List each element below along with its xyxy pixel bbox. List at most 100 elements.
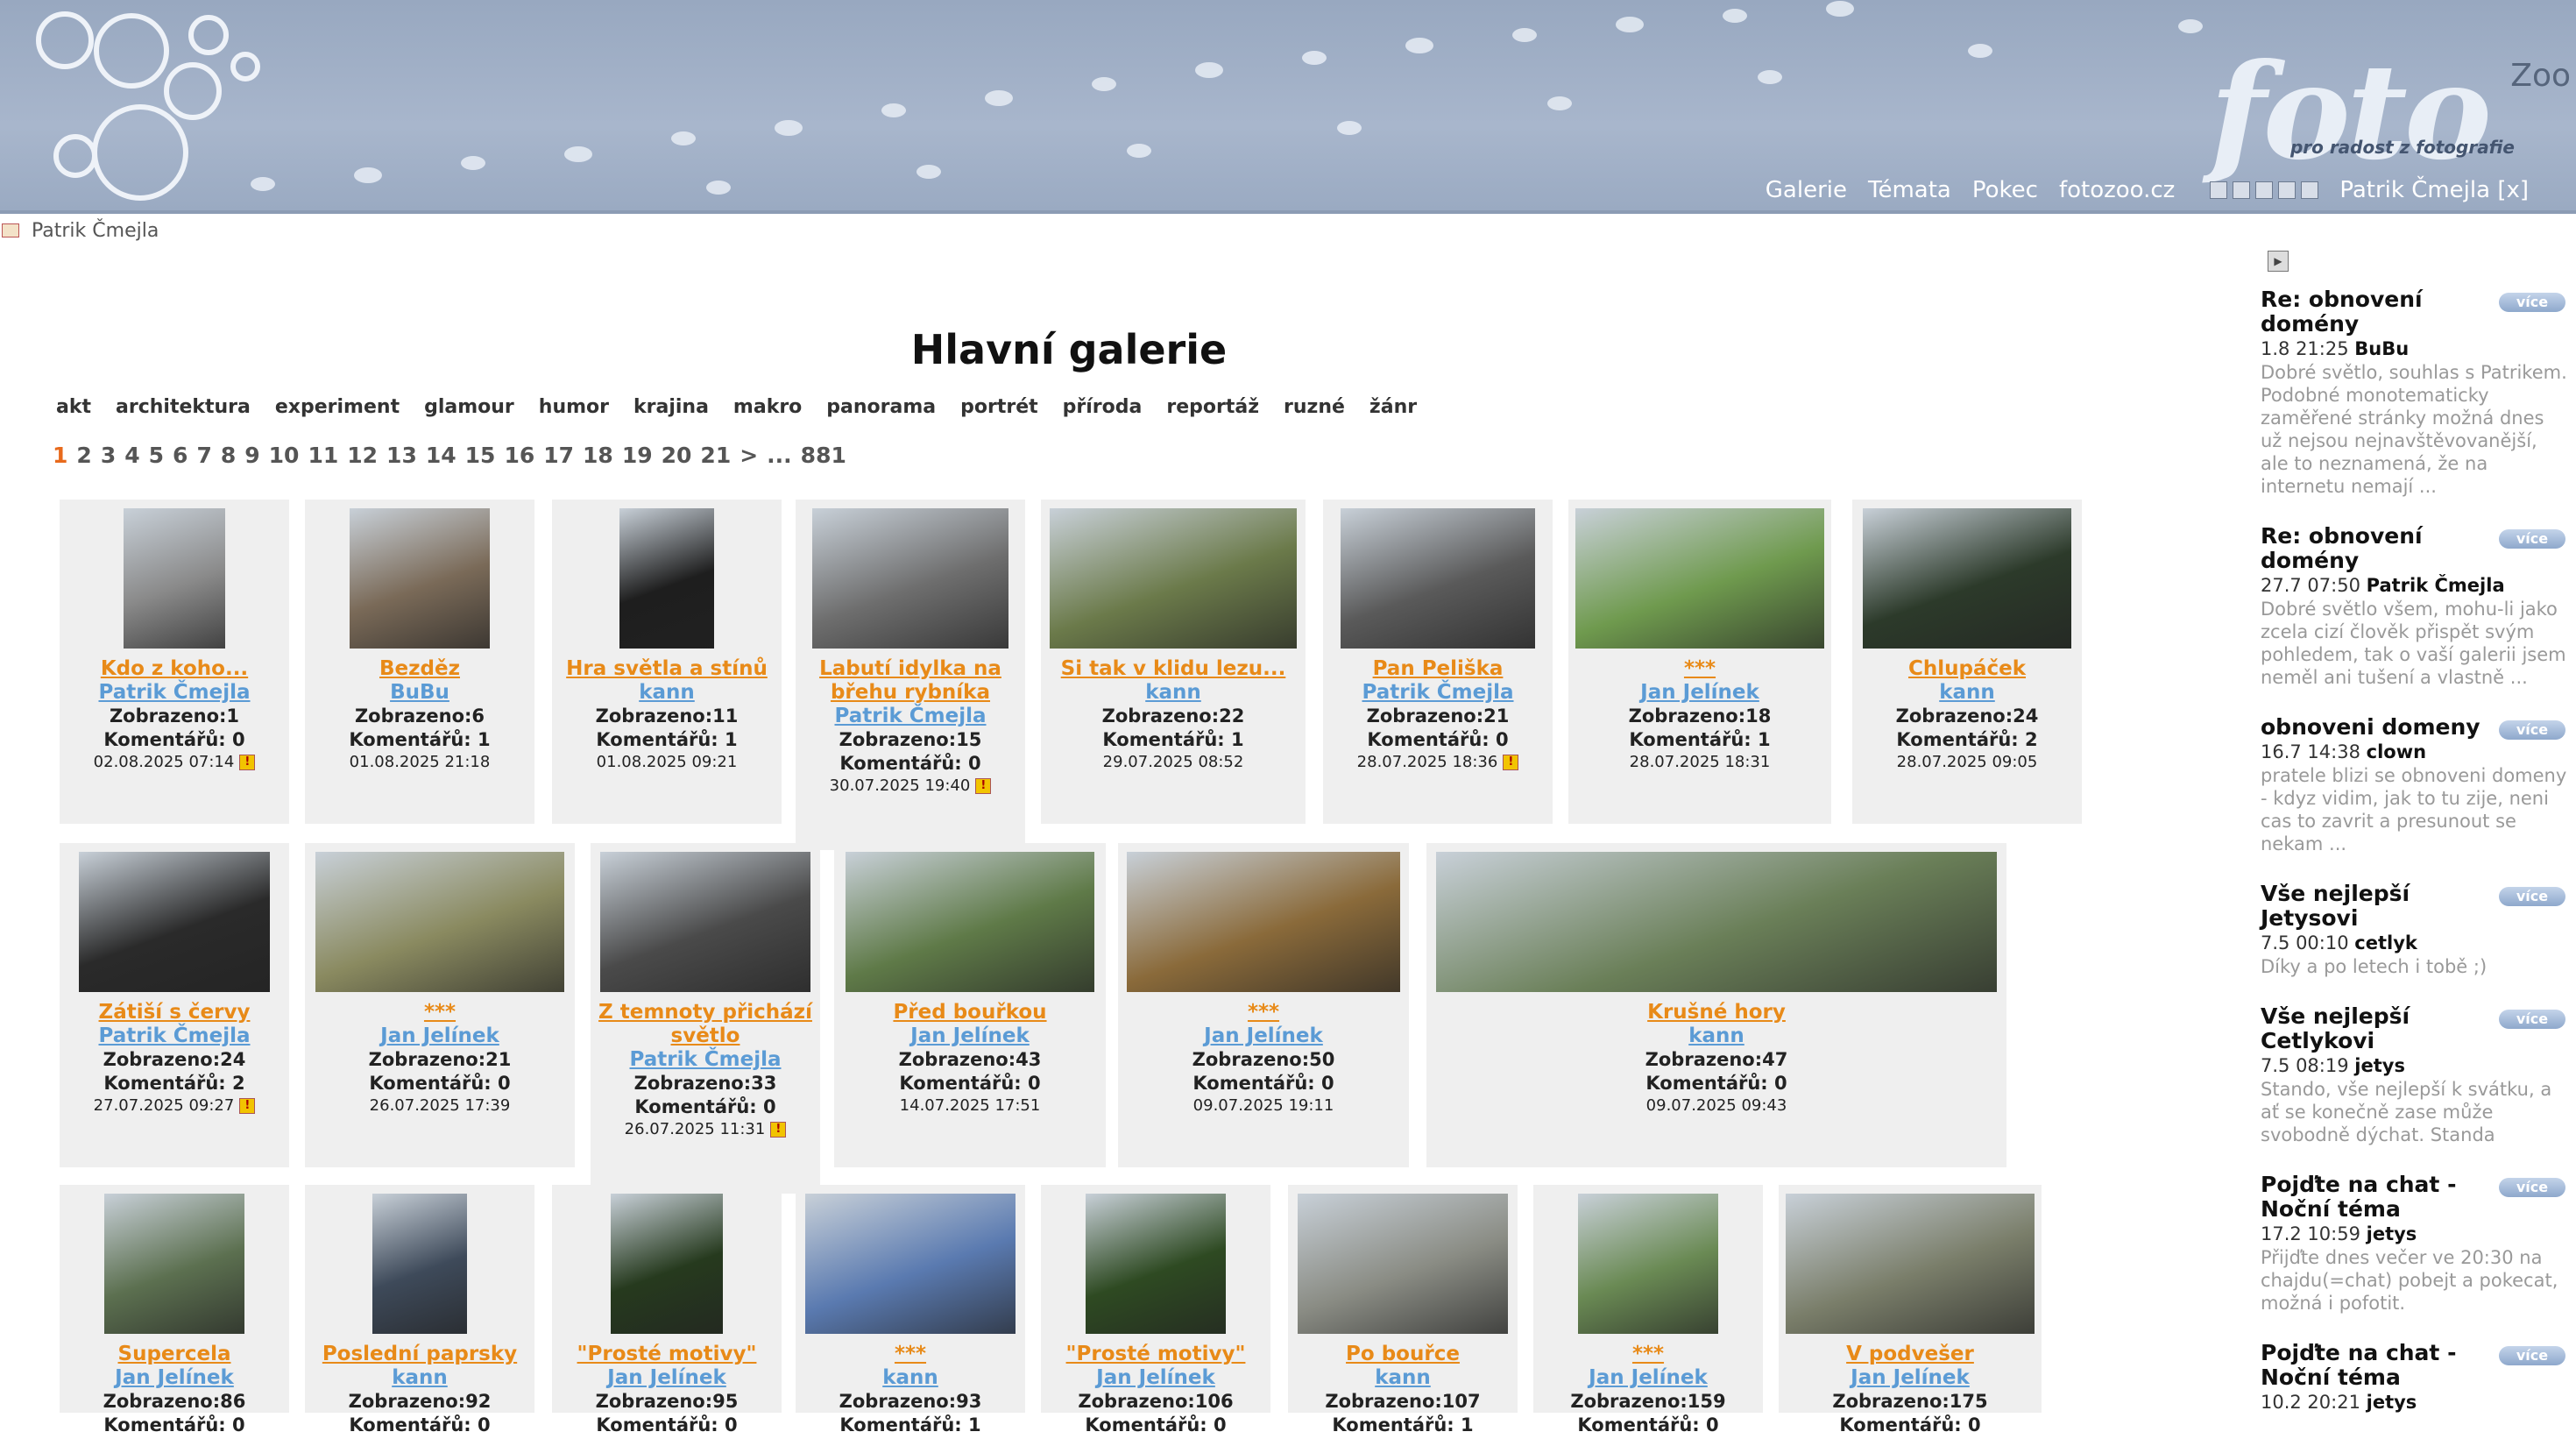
page-link[interactable]: 881 xyxy=(801,443,846,468)
site-logo[interactable]: foto xyxy=(2210,35,2492,189)
photo-author[interactable]: Patrik Čmejla xyxy=(591,1048,820,1072)
page-link[interactable]: 10 xyxy=(269,443,300,468)
photo-title[interactable]: *** xyxy=(1118,1001,1409,1024)
photo-title[interactable]: Si tak v klidu lezu... xyxy=(1041,657,1306,681)
page-link[interactable]: 13 xyxy=(386,443,417,468)
photo-author[interactable]: kann xyxy=(552,681,782,705)
post-title[interactable]: Vše nejlepší Cetlykovi xyxy=(2261,1004,2488,1053)
photo-thumbnail[interactable] xyxy=(1298,1194,1508,1334)
chat-icon[interactable] xyxy=(2301,181,2319,199)
page-link[interactable]: 7 xyxy=(196,443,211,468)
tool-icon-2[interactable] xyxy=(2233,181,2251,199)
category-link[interactable]: žánr xyxy=(1369,396,1417,418)
photo-thumbnail[interactable] xyxy=(619,508,714,649)
photo-author[interactable]: Jan Jelínek xyxy=(1779,1366,2042,1390)
warning-icon[interactable]: ! xyxy=(770,1122,787,1138)
category-link[interactable]: reportáž xyxy=(1166,396,1259,418)
photo-thumbnail[interactable] xyxy=(1341,508,1535,649)
more-button[interactable]: více xyxy=(2499,1178,2565,1197)
post-user[interactable]: Patrik Čmejla xyxy=(2367,575,2505,596)
photo-thumbnail[interactable] xyxy=(1786,1194,2035,1334)
page-link[interactable]: 18 xyxy=(583,443,613,468)
photo-author[interactable]: kann xyxy=(1852,681,2082,705)
photo-author[interactable]: kann xyxy=(796,1366,1025,1390)
photo-thumbnail[interactable] xyxy=(805,1194,1016,1334)
page-link[interactable]: 6 xyxy=(173,443,188,468)
category-link[interactable]: příroda xyxy=(1063,396,1143,418)
photo-title[interactable]: Krušné hory xyxy=(1426,1001,2006,1024)
photo-title[interactable]: Hra světla a stínů xyxy=(552,657,782,681)
photo-author[interactable]: Jan Jelínek xyxy=(834,1024,1106,1048)
photo-author[interactable]: Jan Jelínek xyxy=(60,1366,289,1390)
photo-title[interactable]: Před bouřkou xyxy=(834,1001,1106,1024)
photo-title[interactable]: Z temnoty přichází světlo xyxy=(591,1001,820,1048)
photo-title[interactable]: *** xyxy=(305,1001,575,1024)
photo-thumbnail[interactable] xyxy=(611,1194,723,1334)
nav-pokec[interactable]: Pokec xyxy=(1972,177,2038,203)
warning-icon[interactable]: ! xyxy=(239,755,256,770)
photo-author[interactable]: Jan Jelínek xyxy=(1041,1366,1270,1390)
page-link[interactable]: 14 xyxy=(426,443,456,468)
photo-title[interactable]: Po bouřce xyxy=(1288,1343,1518,1366)
page-link[interactable]: 16 xyxy=(504,443,534,468)
page-link[interactable]: 19 xyxy=(622,443,653,468)
photo-thumbnail[interactable] xyxy=(79,852,270,992)
photo-thumbnail[interactable] xyxy=(124,508,225,649)
photo-title[interactable]: *** xyxy=(1533,1343,1763,1366)
page-link[interactable]: 12 xyxy=(347,443,378,468)
photo-author[interactable]: Patrik Čmejla xyxy=(1323,681,1553,705)
tool-icon-1[interactable] xyxy=(2210,181,2228,199)
photo-title[interactable]: Poslední paprsky xyxy=(305,1343,534,1366)
photo-title[interactable]: Chlupáček xyxy=(1852,657,2082,681)
photo-title[interactable]: "Prosté motivy" xyxy=(1041,1343,1270,1366)
category-link[interactable]: portrét xyxy=(960,396,1038,418)
photo-author[interactable]: kann xyxy=(305,1366,534,1390)
post-title[interactable]: Vše nejlepší Jetysovi xyxy=(2261,882,2488,931)
post-user[interactable]: jetys xyxy=(2354,1055,2405,1076)
info-icon[interactable] xyxy=(2278,181,2296,199)
category-link[interactable]: panorama xyxy=(826,396,936,418)
photo-thumbnail[interactable] xyxy=(1863,508,2071,649)
page-link[interactable]: 3 xyxy=(101,443,116,468)
photo-author[interactable]: Jan Jelínek xyxy=(1118,1024,1409,1048)
photo-title[interactable]: Labutí idylka na břehu rybníka xyxy=(796,657,1025,705)
photo-title[interactable]: *** xyxy=(796,1343,1025,1366)
tool-icon-3[interactable] xyxy=(2255,181,2274,199)
photo-title[interactable]: Supercela xyxy=(60,1343,289,1366)
warning-icon[interactable]: ! xyxy=(975,778,992,794)
category-link[interactable]: makro xyxy=(733,396,802,418)
category-link[interactable]: krajina xyxy=(633,396,709,418)
photo-author[interactable]: kann xyxy=(1288,1366,1518,1390)
page-link[interactable]: 20 xyxy=(662,443,692,468)
post-title[interactable]: Pojďte na chat - Noční téma xyxy=(2261,1173,2488,1222)
nav-fotozoo[interactable]: fotozoo.cz xyxy=(2059,177,2175,203)
photo-thumbnail[interactable] xyxy=(104,1194,244,1334)
post-user[interactable]: cetlyk xyxy=(2354,932,2417,953)
logged-user-logout[interactable]: Patrik Čmejla [x] xyxy=(2339,177,2529,203)
photo-title[interactable]: Kdo z koho... xyxy=(60,657,289,681)
page-link[interactable]: 17 xyxy=(543,443,574,468)
photo-thumbnail[interactable] xyxy=(600,852,810,992)
photo-thumbnail[interactable] xyxy=(350,508,490,649)
photo-title[interactable]: "Prosté motivy" xyxy=(552,1343,782,1366)
category-link[interactable]: humor xyxy=(539,396,609,418)
more-button[interactable]: více xyxy=(2499,1346,2565,1365)
photo-author[interactable]: kann xyxy=(1041,681,1306,705)
nav-galerie[interactable]: Galerie xyxy=(1766,177,1847,203)
photo-title[interactable]: *** xyxy=(1568,657,1831,681)
photo-thumbnail[interactable] xyxy=(1127,852,1400,992)
photo-author[interactable]: BuBu xyxy=(305,681,534,705)
photo-title[interactable]: Pan Peliška xyxy=(1323,657,1553,681)
photo-thumbnail[interactable] xyxy=(1050,508,1297,649)
photo-thumbnail[interactable] xyxy=(372,1194,467,1334)
post-user[interactable]: BuBu xyxy=(2354,338,2409,359)
nav-temata[interactable]: Témata xyxy=(1868,177,1951,203)
photo-thumbnail[interactable] xyxy=(1436,852,1997,992)
page-link[interactable]: 2 xyxy=(76,443,91,468)
warning-icon[interactable]: ! xyxy=(239,1098,256,1114)
category-link[interactable]: glamour xyxy=(424,396,514,418)
photo-thumbnail[interactable] xyxy=(812,508,1008,649)
more-button[interactable]: více xyxy=(2499,1010,2565,1029)
photo-thumbnail[interactable] xyxy=(1086,1194,1226,1334)
more-button[interactable]: více xyxy=(2499,293,2565,312)
